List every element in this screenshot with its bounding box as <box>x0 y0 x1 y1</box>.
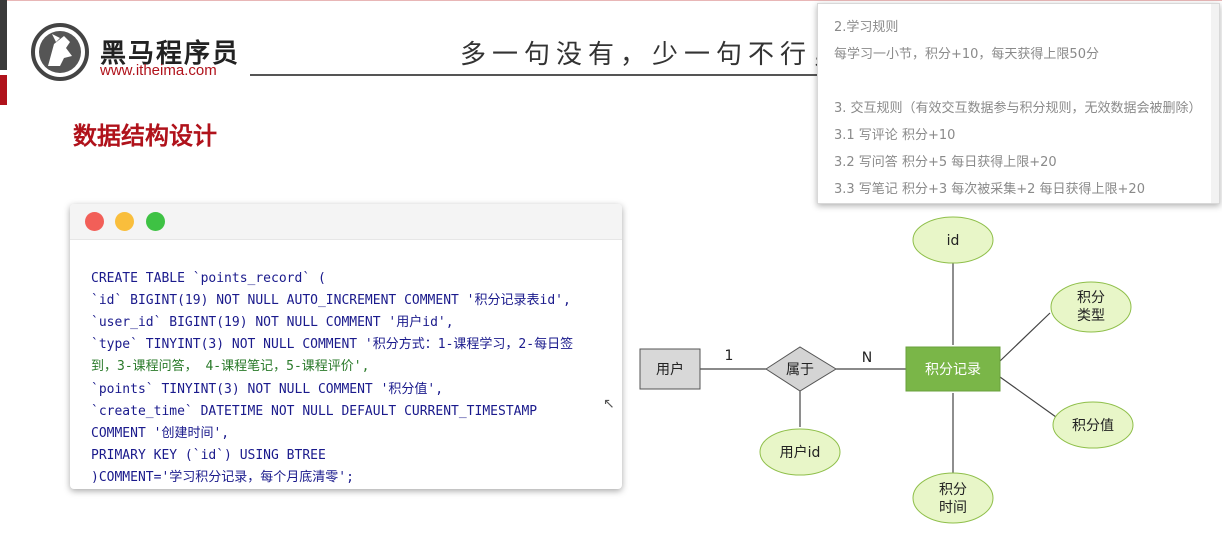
attr-time-label-2: 时间 <box>939 500 967 516</box>
popup-line: 2.学习规则 <box>834 20 899 35</box>
horse-logo-icon <box>31 23 89 81</box>
section-title: 数据结构设计 <box>73 122 217 150</box>
code-line: `points` TINYINT(3) NOT NULL COMMENT '积分… <box>91 381 444 397</box>
er-diagram: 用户 1 属于 N 积分记录 用户id id 积分 类型 积分值 积分 时间 <box>639 216 1134 524</box>
cardinality-many: N <box>862 350 872 366</box>
maximize-dot-icon <box>146 212 165 231</box>
code-line: `type` TINYINT(3) NOT NULL COMMENT '积分方式… <box>91 337 574 353</box>
attr-type-label-1: 积分 <box>1077 290 1105 306</box>
popup-line: 每学习一小节，积分+10，每天获得上限50分 <box>834 47 1099 62</box>
left-accent-bar <box>0 0 7 70</box>
attr-value-label: 积分值 <box>1072 418 1114 434</box>
cardinality-one: 1 <box>725 348 734 364</box>
mouse-pointer-icon: ↖ <box>603 396 615 412</box>
close-dot-icon <box>85 212 104 231</box>
popup-line: 3.1 写评论 积分+10 <box>834 128 956 143</box>
code-line: 到，3-课程问答， 4-课程笔记，5-课程评价', <box>91 359 370 375</box>
code-line: COMMENT '创建时间', <box>91 425 230 441</box>
left-red-accent <box>0 75 7 105</box>
code-window-titlebar <box>70 204 622 240</box>
code-line: CREATE TABLE `points_record` ( <box>91 271 326 287</box>
code-window: CREATE TABLE `points_record` ( `id` BIGIN… <box>70 204 622 489</box>
sql-code-block: CREATE TABLE `points_record` ( `id` BIGIN… <box>91 246 614 533</box>
code-line: `id` BIGINT(19) NOT NULL AUTO_INCREMENT … <box>91 293 571 309</box>
code-line: )COMMENT='学习积分记录，每个月底清零'; <box>91 469 354 485</box>
slogan-text: 多一句没有，少一句不行，用 <box>460 40 877 70</box>
popup-line: 3.3 写笔记 积分+3 每次被采集+2 每日获得上限+20 <box>834 182 1145 197</box>
attr-id-label: id <box>947 233 960 249</box>
header-divider <box>250 74 820 76</box>
entity-user-label: 用户 <box>656 361 684 378</box>
relation-label: 属于 <box>786 362 814 378</box>
popup-line: 3.2 写问答 积分+5 每日获得上限+20 <box>834 155 1057 170</box>
code-line: `user_id` BIGINT(19) NOT NULL COMMENT '用… <box>91 315 454 331</box>
attr-time-label-1: 积分 <box>939 482 967 498</box>
rules-popup-panel[interactable]: 2.学习规则 每学习一小节，积分+10，每天获得上限50分 3. 交互规则（有效… <box>817 3 1220 204</box>
popup-scrollbar[interactable] <box>1211 4 1219 203</box>
popup-line: 3. 交互规则（有效交互数据参与积分规则，无效数据会被删除） <box>834 101 1202 116</box>
top-border-line <box>0 0 1222 1</box>
brand-url: www.itheima.com <box>100 62 217 79</box>
minimize-dot-icon <box>115 212 134 231</box>
attr-type-label-2: 类型 <box>1077 308 1105 324</box>
code-line: PRIMARY KEY (`id`) USING BTREE <box>91 447 326 463</box>
entity-points-label: 积分记录 <box>925 362 981 378</box>
code-line: `create_time` DATETIME NOT NULL DEFAULT … <box>91 403 538 419</box>
attr-user-id-label: 用户id <box>780 444 821 461</box>
